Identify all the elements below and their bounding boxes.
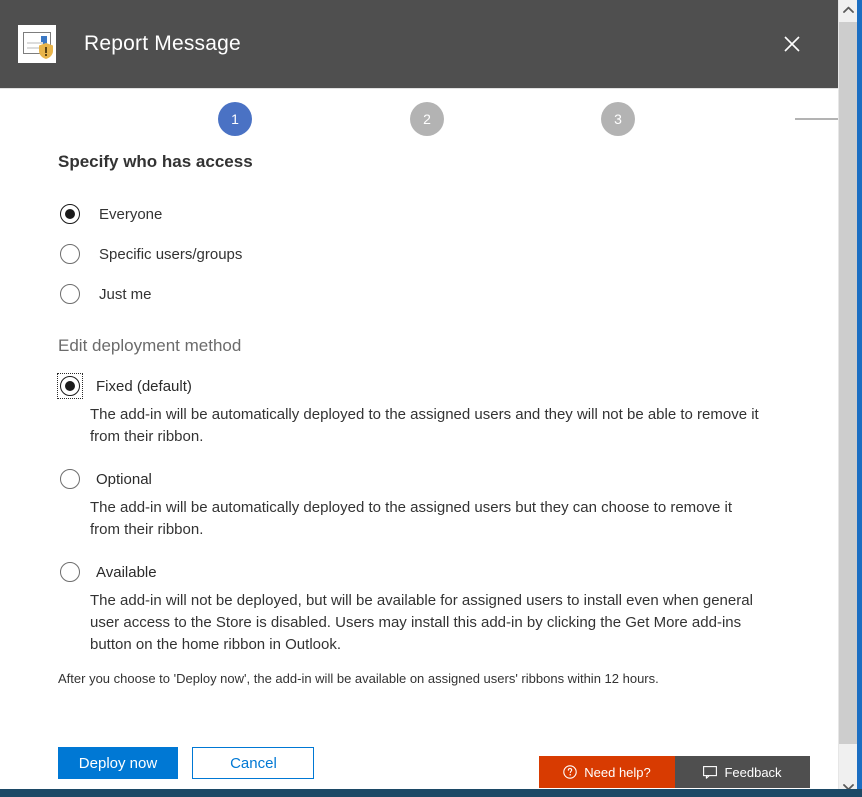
deployment-option-fixed-description: The add-in will be automatically deploye… <box>90 406 759 445</box>
radio-optional[interactable] <box>60 469 80 489</box>
need-help-label: Need help? <box>584 764 651 780</box>
deployment-option-optional-description: The add-in will be automatically deploye… <box>90 499 733 538</box>
deployment-option-available-description: The add-in will not be deployed, but wil… <box>90 592 753 653</box>
radio-just-me-wrap <box>58 282 82 306</box>
radio-fixed-wrap <box>57 373 83 399</box>
feedback-label: Feedback <box>724 764 782 780</box>
scrollbar-thumb[interactable] <box>839 22 857 744</box>
window-right-edge <box>857 0 862 797</box>
deployment-radio-group: Fixed (default) The add-in will be autom… <box>57 373 759 675</box>
deployment-option-available: Available The add-in will not be deploye… <box>58 560 758 656</box>
deployment-method-title: Edit deployment method <box>58 336 242 355</box>
access-option-everyone[interactable]: Everyone <box>58 194 242 234</box>
dialog-body: Specify who has access Everyone Specific… <box>0 146 838 797</box>
deployment-option-fixed: Fixed (default) The add-in will be autom… <box>57 373 759 448</box>
chevron-up-icon[interactable] <box>839 1 857 19</box>
radio-just-me[interactable] <box>60 284 80 304</box>
access-option-just-me[interactable]: Just me <box>58 274 242 314</box>
deployment-footnote: After you choose to 'Deploy now', the ad… <box>58 671 659 686</box>
radio-specific-users-wrap <box>58 242 82 266</box>
radio-everyone-wrap <box>58 202 82 226</box>
access-option-specific-users-label: Specific users/groups <box>99 245 243 263</box>
cancel-button[interactable]: Cancel <box>192 747 315 779</box>
step-3[interactable]: 3 <box>601 102 635 136</box>
dialog-actions: Deploy now Cancel <box>58 747 315 779</box>
radio-available[interactable] <box>60 562 80 582</box>
access-option-specific-users[interactable]: Specific users/groups <box>58 234 242 274</box>
report-message-dialog: Report Message 1 2 3 Specify who has acc… <box>0 0 862 797</box>
step-2[interactable]: 2 <box>410 102 444 136</box>
access-option-just-me-label: Just me <box>99 285 152 303</box>
deployment-option-optional-label: Optional <box>96 470 152 488</box>
radio-everyone[interactable] <box>60 204 80 224</box>
radio-available-wrap <box>58 560 82 584</box>
deployment-option-available-label: Available <box>96 563 157 581</box>
vertical-scrollbar[interactable] <box>838 0 857 797</box>
close-icon[interactable] <box>776 28 808 60</box>
deployment-option-fixed-head[interactable]: Fixed (default) <box>57 373 758 399</box>
window-bottom-edge <box>0 789 862 797</box>
radio-optional-wrap <box>58 467 82 491</box>
question-circle-icon <box>563 765 577 779</box>
access-radio-group: Everyone Specific users/groups Just me <box>58 194 242 314</box>
dialog-title: Report Message <box>84 32 241 55</box>
need-help-button[interactable]: Need help? <box>539 756 675 788</box>
radio-specific-users[interactable] <box>60 244 80 264</box>
deployment-option-optional: Optional The add-in will be automaticall… <box>58 467 758 541</box>
deploy-now-button[interactable]: Deploy now <box>58 747 178 779</box>
step-1[interactable]: 1 <box>218 102 252 136</box>
step-indicator: 1 2 3 <box>0 88 840 146</box>
feedback-button[interactable]: Feedback <box>675 756 810 788</box>
deployment-option-available-head[interactable]: Available <box>58 560 758 584</box>
support-dock: Need help? Feedback <box>539 756 810 788</box>
radio-fixed[interactable] <box>60 376 80 396</box>
dialog-header: Report Message <box>0 0 838 88</box>
access-option-everyone-label: Everyone <box>99 205 163 223</box>
deployment-option-fixed-label: Fixed (default) <box>96 377 192 395</box>
report-message-addin-icon <box>18 25 56 63</box>
warning-shield-icon <box>39 43 53 59</box>
deployment-option-optional-head[interactable]: Optional <box>58 467 758 491</box>
speech-bubble-icon <box>703 765 718 779</box>
page-title: Specify who has access <box>58 152 253 171</box>
step-connector-line <box>795 118 840 120</box>
